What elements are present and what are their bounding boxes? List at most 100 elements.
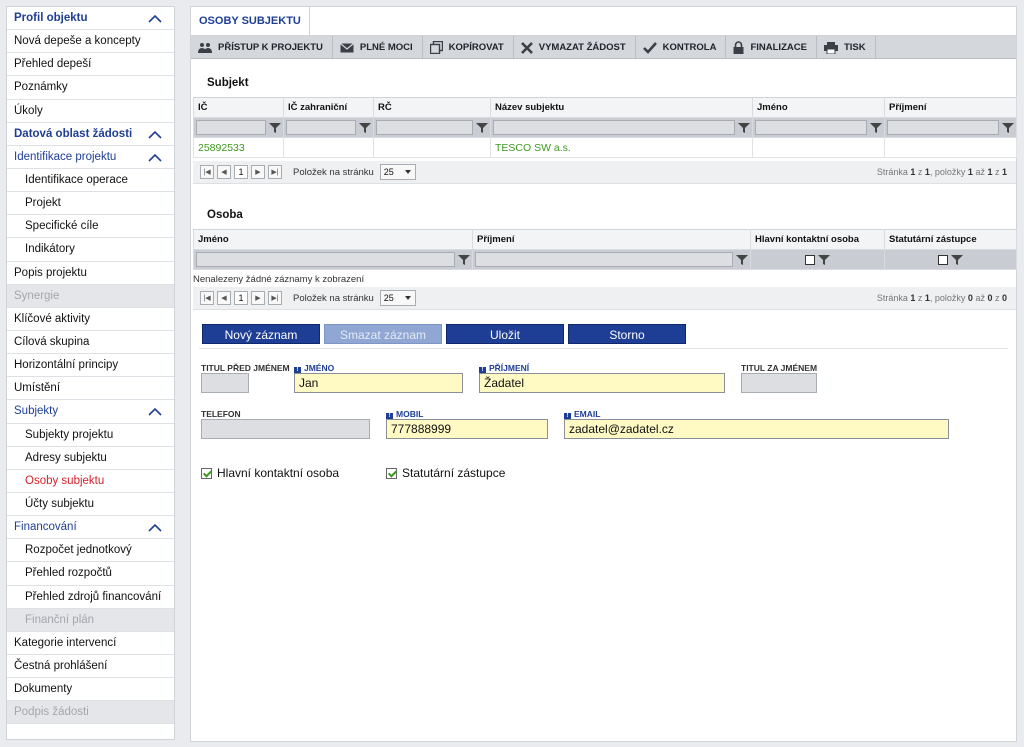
filter-icon[interactable] [458,254,470,266]
checkbox-checked-icon[interactable] [201,467,212,479]
sidebar-item-umisteni[interactable]: Umístění [7,377,174,401]
sidebar-item-financni-plan[interactable]: Finanční plán [7,608,174,632]
column-header-jmeno[interactable]: Jméno [752,97,885,118]
column-header-prijmeni[interactable]: Příjmení [884,97,1017,118]
filter-input[interactable] [493,120,735,135]
checkbox-checked-icon[interactable] [386,467,397,479]
sidebar-item-prehled-depesi[interactable]: Přehled depeší [7,53,174,77]
toolbar-pristup-k-projektu-button[interactable]: PŘÍSTUP K PROJEKTU [191,36,333,59]
toolbar-kontrola-button[interactable]: KONTROLA [636,36,727,59]
email-field[interactable]: zadatel@zadatel.cz [564,419,949,439]
filter-input[interactable] [196,252,455,267]
filter-icon[interactable] [818,254,830,266]
sidebar-item-cilova-skupina[interactable]: Cílová skupina [7,331,174,355]
sidebar-item-datova-oblast-zadosti[interactable]: Datová oblast žádosti [7,123,174,146]
first-page-button[interactable]: |◀ [200,165,214,179]
delete-record-button[interactable]: Smazat záznam [324,324,442,344]
toolbar-tisk-button[interactable]: TISK [817,36,876,59]
prev-page-button[interactable]: ◀ [217,291,231,305]
prev-page-button[interactable]: ◀ [217,165,231,179]
column-header-hlavni-kontaktni-osoba[interactable]: Hlavní kontaktní osoba [750,229,885,250]
toolbar-plne-moci-button[interactable]: PLNÉ MOCI [333,36,423,59]
filter-icon[interactable] [736,254,748,266]
last-page-button[interactable]: ▶| [268,291,282,305]
sidebar-item-popis-projektu[interactable]: Popis projektu [7,262,174,285]
column-header-statutarni-zastupce[interactable]: Statutární zástupce [884,229,1017,250]
filter-icon[interactable] [269,122,281,134]
toolbar-finalizace-button[interactable]: FINALIZACE [726,36,817,59]
column-header-jmeno[interactable]: Jméno [193,229,473,250]
jmeno-field[interactable]: Jan [294,373,463,393]
sidebar-item-prehled-rozpoctu[interactable]: Přehled rozpočtů [7,562,174,586]
sidebar-item-osoby-subjektu[interactable]: Osoby subjektu [7,470,174,493]
filter-icon[interactable] [951,254,963,266]
cancel-button[interactable]: Storno [568,324,686,344]
sidebar-item-kategorie-intervenci[interactable]: Kategorie intervencí [7,632,174,655]
filter-icon[interactable] [738,122,750,134]
statutarni-zastupce-checkbox[interactable]: Statutární zástupce [386,466,505,480]
filter-input[interactable] [376,120,473,135]
filter-icon[interactable] [359,122,371,134]
telefon-field[interactable] [201,419,370,439]
titul-pred-field[interactable] [201,373,249,393]
column-header-prijmeni[interactable]: Příjmení [472,229,751,250]
sidebar-item-identifikace-operace[interactable]: Identifikace operace [7,169,174,193]
filter-input[interactable] [286,120,356,135]
sidebar-item-indikatory[interactable]: Indikátory [7,238,174,262]
first-page-button[interactable]: |◀ [200,291,214,305]
per-page-select[interactable]: 25 [379,164,416,180]
sidebar-item-financovani[interactable]: Financování [7,516,174,540]
last-page-button[interactable]: ▶| [268,165,282,179]
sidebar-item-specificke-cile[interactable]: Specifické cíle [7,215,174,239]
filter-input[interactable] [755,120,867,135]
filter-input[interactable] [196,120,266,135]
toolbar-kopirovat-button[interactable]: KOPÍROVAT [423,36,514,59]
sidebar-item-ucty-subjektu[interactable]: Účty subjektu [7,493,174,517]
column-header-ic[interactable]: IČ [193,97,284,118]
sidebar-item-subjekty[interactable]: Subjekty [7,400,174,424]
filter-icon[interactable] [476,122,488,134]
sidebar-item-prehled-zdroju-financovani[interactable]: Přehled zdrojů financování [7,586,174,609]
sidebar-item-ukoly[interactable]: Úkoly [7,100,174,123]
next-page-button[interactable]: ▶ [251,291,265,305]
column-header-ic-zahranicni[interactable]: IČ zahraniční [283,97,374,118]
sidebar-item-dokumenty[interactable]: Dokumenty [7,678,174,702]
save-button[interactable]: Uložit [446,324,564,344]
filter-input[interactable] [887,120,999,135]
titul-za-field[interactable] [741,373,817,393]
sidebar-item-poznamky[interactable]: Poznámky [7,76,174,100]
filter-checkbox[interactable] [938,254,948,265]
filter-input[interactable] [475,252,733,267]
filter-icon[interactable] [1002,122,1014,134]
column-header-nazev-subjektu[interactable]: Název subjektu [490,97,753,118]
sidebar-item-label: Synergie [14,289,60,302]
sidebar-item-adresy-subjektu[interactable]: Adresy subjektu [7,447,174,470]
page-number-input[interactable]: 1 [234,165,248,179]
filter-icon[interactable] [870,122,882,134]
mobil-field[interactable]: 777888999 [386,419,548,439]
tab-osoby-subjektu[interactable]: OSOBY SUBJEKTU [191,7,310,35]
printer-icon [823,41,844,54]
prijmeni-field[interactable]: Žadatel [479,373,725,393]
subjekt-filter-row [193,117,1017,138]
sidebar-item-klicove-aktivity[interactable]: Klíčové aktivity [7,308,174,331]
filter-checkbox[interactable] [805,254,815,265]
sidebar-item-horizontalni-principy[interactable]: Horizontální principy [7,354,174,378]
sidebar-item-synergie[interactable]: Synergie [7,284,174,308]
sidebar-item-subjekty-projektu[interactable]: Subjekty projektu [7,424,174,447]
sidebar-item-podpis-zadosti[interactable]: Podpis žádosti [7,701,174,725]
table-row[interactable]: 25892533 TESCO SW a.s. [193,137,1017,158]
sidebar-item-cestna-prohlaseni[interactable]: Čestná prohlášení [7,655,174,679]
sidebar-item-nova-depese-a-koncepty[interactable]: Nová depeše a koncepty [7,30,174,54]
sidebar-item-identifikace-projektu[interactable]: Identifikace projektu [7,146,174,169]
sidebar-item-rozpocet-jednotkovy[interactable]: Rozpočet jednotkový [7,539,174,563]
per-page-select[interactable]: 25 [379,290,416,306]
hlavni-kontaktni-osoba-checkbox[interactable]: Hlavní kontaktní osoba [201,466,339,480]
new-record-button[interactable]: Nový záznam [202,324,320,344]
sidebar-item-profil-objektu[interactable]: Profil objektu [7,7,174,31]
next-page-button[interactable]: ▶ [251,165,265,179]
column-header-rc[interactable]: RČ [373,97,491,118]
page-number-input[interactable]: 1 [234,291,248,305]
toolbar-vymazat-zadost-button[interactable]: VYMAZAT ŽÁDOST [514,36,636,59]
sidebar-item-projekt[interactable]: Projekt [7,192,174,216]
